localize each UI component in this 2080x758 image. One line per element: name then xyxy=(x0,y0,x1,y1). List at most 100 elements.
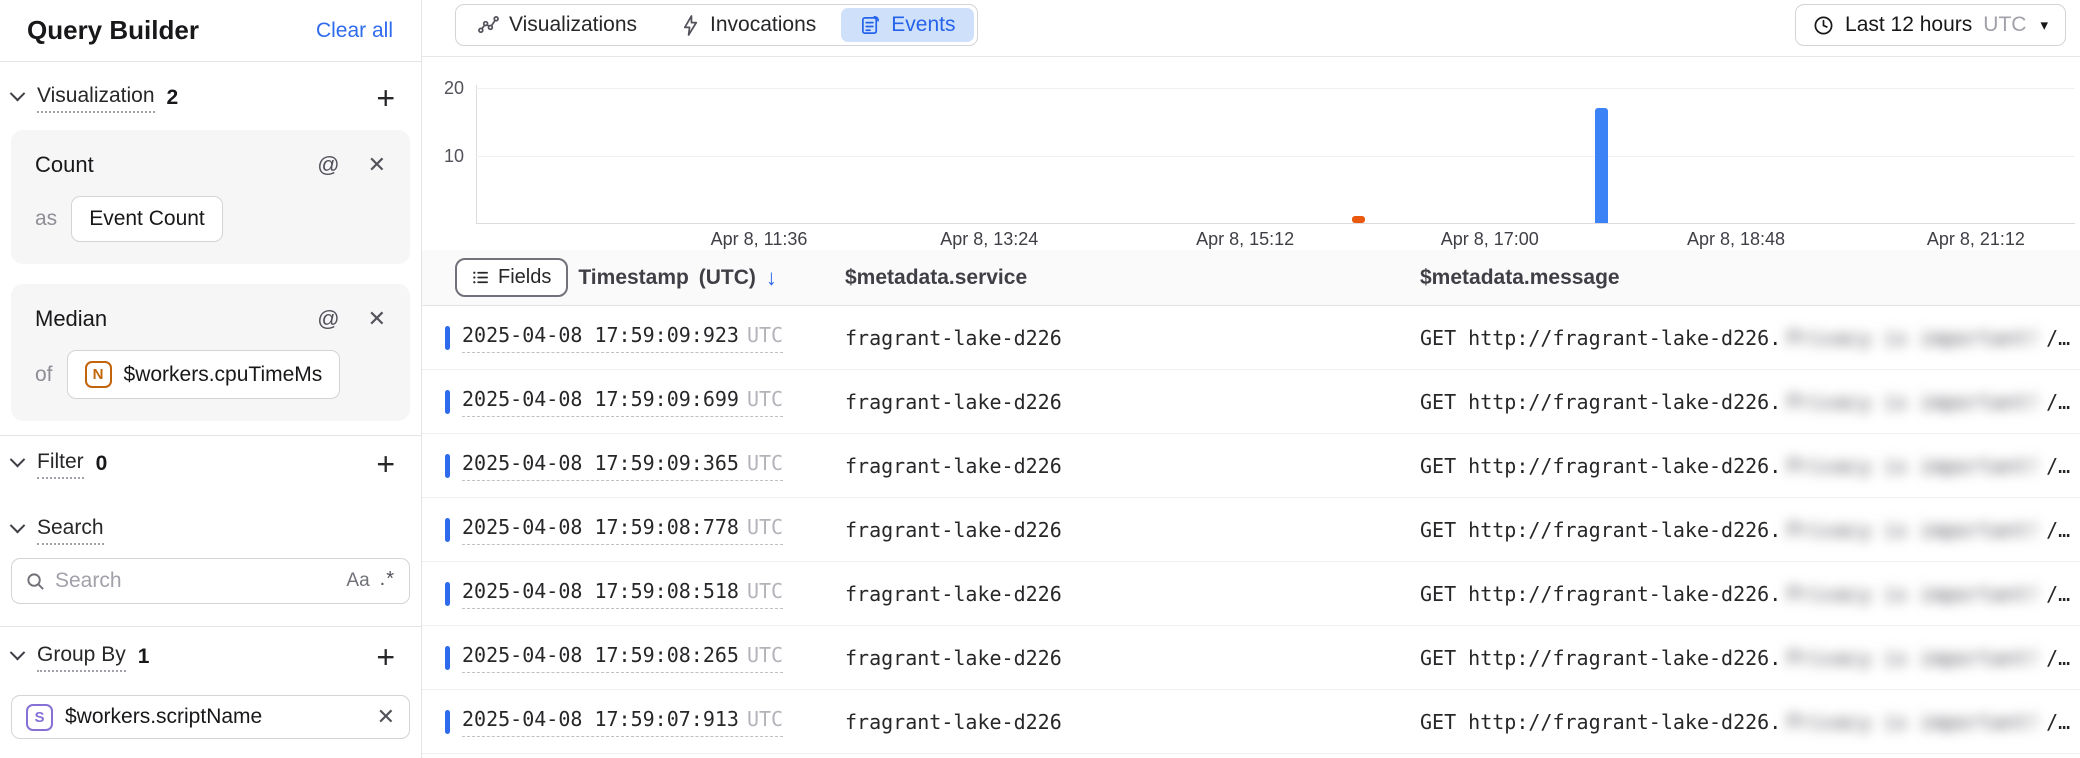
sort-desc-icon[interactable]: ↓ xyxy=(766,265,777,291)
message-suffix: /… xyxy=(2046,582,2070,606)
chevron-down-icon[interactable] xyxy=(10,451,26,467)
table-row[interactable]: 2025-04-08 17:59:09:923UTC fragrant-lake… xyxy=(422,306,2080,370)
search-section-header: Search xyxy=(0,510,421,550)
tab-visualizations[interactable]: Visualizations xyxy=(456,5,659,45)
topbar: Visualizations Invocations Events Last 1… xyxy=(422,0,2080,57)
regex-icon[interactable]: .* xyxy=(380,568,395,591)
message-prefix: GET http://fragrant-lake-d226. xyxy=(1420,326,1781,350)
search-placeholder: Search xyxy=(55,569,336,593)
service-cell: fragrant-lake-d226 xyxy=(845,454,1062,478)
message-prefix: GET http://fragrant-lake-d226. xyxy=(1420,646,1781,670)
chart-bar[interactable] xyxy=(1352,216,1365,223)
search-icon xyxy=(26,572,45,591)
x-axis-tick-label: Apr 8, 13:24 xyxy=(940,229,1038,250)
timezone-label: UTC xyxy=(747,707,783,731)
chart-bar[interactable] xyxy=(1595,108,1608,223)
table-row[interactable]: 2025-04-08 17:59:08:778UTC fragrant-lake… xyxy=(422,498,2080,562)
message-suffix: /… xyxy=(2046,710,2070,734)
timezone-label: UTC xyxy=(747,515,783,539)
message-cell: GET http://fragrant-lake-d226.Privacy is… xyxy=(1420,326,2070,350)
visualization-section-label[interactable]: Visualization xyxy=(37,84,155,113)
chevron-down-icon[interactable] xyxy=(10,517,26,533)
tab-invocations[interactable]: Invocations xyxy=(659,5,838,45)
match-case-icon[interactable]: Aa xyxy=(346,570,369,592)
visualization-section-header: Visualization 2 + xyxy=(0,78,421,118)
time-range-timezone: UTC xyxy=(1983,13,2026,37)
service-cell: fragrant-lake-d226 xyxy=(845,582,1062,606)
service-cell: fragrant-lake-d226 xyxy=(845,710,1062,734)
clock-icon xyxy=(1813,15,1834,36)
timestamp-cell[interactable]: 2025-04-08 17:59:08:778UTC xyxy=(462,515,783,545)
timestamp-cell[interactable]: 2025-04-08 17:59:07:913UTC xyxy=(462,707,783,737)
service-cell: fragrant-lake-d226 xyxy=(845,646,1062,670)
search-section-label[interactable]: Search xyxy=(37,516,104,545)
table-row[interactable]: 2025-04-08 17:59:09:699UTC fragrant-lake… xyxy=(422,370,2080,434)
timestamp-cell[interactable]: 2025-04-08 17:59:09:699UTC xyxy=(462,387,783,417)
message-cell: GET http://fragrant-lake-d226.Privacy is… xyxy=(1420,454,2070,478)
x-axis-tick-label: Apr 8, 15:12 xyxy=(1196,229,1294,250)
filter-section-label[interactable]: Filter xyxy=(37,450,84,479)
field-select-box[interactable]: N $workers.cpuTimeMs xyxy=(67,350,341,399)
search-input[interactable]: Search Aa .* xyxy=(11,558,410,604)
timestamp-cell[interactable]: 2025-04-08 17:59:08:265UTC xyxy=(462,643,783,673)
sidebar-divider xyxy=(0,435,421,436)
redacted-text: Privacy is important! xyxy=(1787,710,2040,734)
alias-at-icon[interactable]: @ xyxy=(317,152,339,178)
clear-all-link[interactable]: Clear all xyxy=(316,19,393,43)
timestamp-unit: (UTC) xyxy=(699,266,756,289)
redacted-text: Privacy is important! xyxy=(1787,390,2040,414)
timestamp-cell[interactable]: 2025-04-08 17:59:08:518UTC xyxy=(462,579,783,609)
timestamp-cell[interactable]: 2025-04-08 17:59:09:923UTC xyxy=(462,323,783,353)
table-row[interactable]: 2025-04-08 17:59:09:365UTC fragrant-lake… xyxy=(422,434,2080,498)
page-title: Query Builder xyxy=(27,15,199,46)
message-prefix: GET http://fragrant-lake-d226. xyxy=(1420,454,1781,478)
add-group-by-button[interactable]: + xyxy=(376,641,395,673)
column-header-service[interactable]: $metadata.service xyxy=(845,266,1027,290)
time-range-label: Last 12 hours xyxy=(1845,13,1972,37)
add-filter-button[interactable]: + xyxy=(376,448,395,480)
gridline xyxy=(476,156,2075,157)
group-by-section-label[interactable]: Group By xyxy=(37,643,126,672)
tab-events[interactable]: Events xyxy=(841,8,974,42)
column-header-timestamp[interactable]: Timestamp (UTC) xyxy=(578,266,756,290)
alias-at-icon[interactable]: @ xyxy=(317,306,339,332)
message-cell: GET http://fragrant-lake-d226.Privacy is… xyxy=(1420,710,2070,734)
card-title: Count xyxy=(35,152,94,178)
events-table-body: 2025-04-08 17:59:09:923UTC fragrant-lake… xyxy=(422,306,2080,754)
message-cell: GET http://fragrant-lake-d226.Privacy is… xyxy=(1420,582,2070,606)
filter-count: 0 xyxy=(96,452,108,476)
service-cell: fragrant-lake-d226 xyxy=(845,390,1062,414)
timestamp-cell[interactable]: 2025-04-08 17:59:09:365UTC xyxy=(462,451,783,481)
redacted-text: Privacy is important! xyxy=(1787,646,2040,670)
view-tabs: Visualizations Invocations Events xyxy=(455,4,978,46)
sidebar-header: Query Builder Clear all xyxy=(0,0,421,62)
message-prefix: GET http://fragrant-lake-d226. xyxy=(1420,518,1781,542)
sidebar-divider xyxy=(0,626,421,627)
y-axis-line xyxy=(476,85,477,223)
caret-down-icon: ▾ xyxy=(2040,16,2048,34)
remove-card-icon[interactable]: ✕ xyxy=(368,306,386,332)
redacted-text: Privacy is important! xyxy=(1787,454,2040,478)
chevron-down-icon[interactable] xyxy=(10,85,26,101)
x-axis-tick-label: Apr 8, 18:48 xyxy=(1687,229,1785,250)
event-indicator-bar xyxy=(445,582,450,606)
filter-section-header: Filter 0 + xyxy=(0,444,421,484)
remove-group-by-icon[interactable]: ✕ xyxy=(377,704,395,730)
event-indicator-bar xyxy=(445,710,450,734)
fields-button[interactable]: Fields xyxy=(455,258,568,297)
group-by-chip[interactable]: S $workers.scriptName ✕ xyxy=(11,695,410,739)
events-document-icon xyxy=(860,15,881,36)
time-range-dropdown[interactable]: Last 12 hours UTC ▾ xyxy=(1795,4,2066,46)
column-header-message[interactable]: $metadata.message xyxy=(1420,266,1620,290)
remove-card-icon[interactable]: ✕ xyxy=(368,152,386,178)
add-visualization-button[interactable]: + xyxy=(376,82,395,114)
message-prefix: GET http://fragrant-lake-d226. xyxy=(1420,390,1781,414)
table-row[interactable]: 2025-04-08 17:59:08:518UTC fragrant-lake… xyxy=(422,562,2080,626)
table-row[interactable]: 2025-04-08 17:59:08:265UTC fragrant-lake… xyxy=(422,626,2080,690)
table-row[interactable]: 2025-04-08 17:59:07:913UTC fragrant-lake… xyxy=(422,690,2080,754)
chevron-down-icon[interactable] xyxy=(10,644,26,660)
alias-value-box[interactable]: Event Count xyxy=(71,196,223,242)
redacted-text: Privacy is important! xyxy=(1787,326,2040,350)
y-axis-tick-label: 20 xyxy=(422,78,464,99)
message-suffix: /… xyxy=(2046,646,2070,670)
